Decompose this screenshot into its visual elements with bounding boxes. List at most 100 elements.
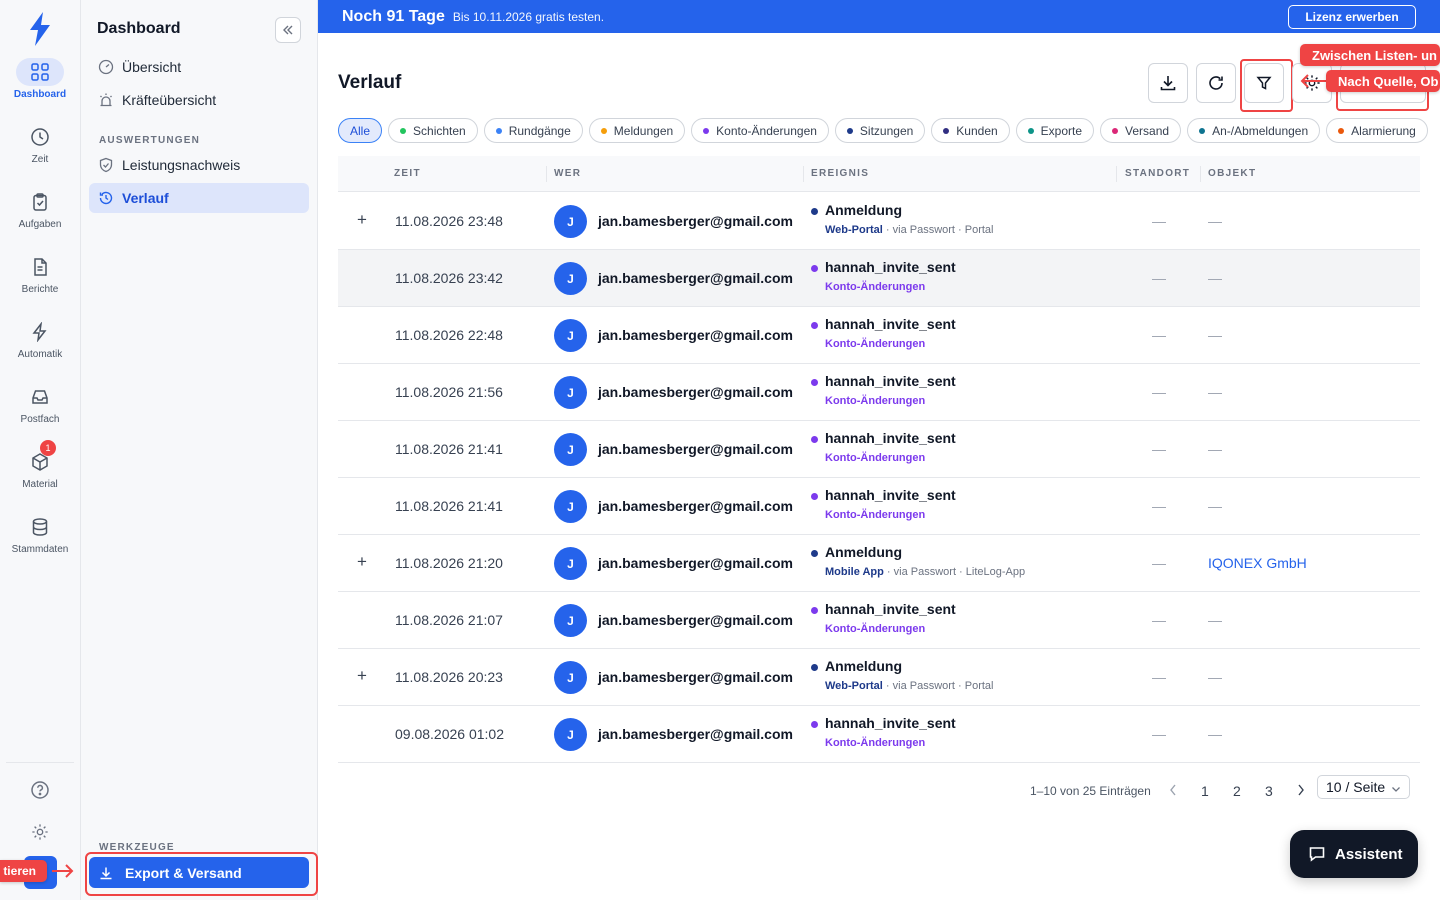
column-zeit: ZEIT	[394, 168, 421, 179]
page-1[interactable]: 1	[1201, 783, 1209, 799]
settings-gear-icon[interactable]	[28, 820, 52, 844]
event-detail: Konto-Änderungen	[825, 737, 925, 749]
event-dot-icon	[811, 550, 818, 557]
rail-item-zeit[interactable]: Zeit	[0, 123, 80, 183]
user-email: jan.bamesberger@gmail.com	[598, 555, 793, 571]
table-row[interactable]: 11.08.2026 21:07 Jjan.bamesberger@gmail.c…	[338, 592, 1420, 649]
objekt-link[interactable]: IQONEX GmbH	[1208, 555, 1307, 571]
page-3[interactable]: 3	[1265, 783, 1273, 799]
standort-value: —	[1152, 270, 1166, 286]
category-dot-icon	[703, 127, 710, 134]
event-detail: Konto-Änderungen	[825, 338, 925, 350]
chip-label: Alle	[350, 123, 371, 138]
filter-chip[interactable]: Sitzungen	[834, 118, 926, 143]
refresh-icon	[1209, 76, 1223, 90]
assistant-label: Assistent	[1335, 845, 1403, 863]
sidebar-item-leistungsnachweis[interactable]: Leistungsnachweis	[89, 150, 309, 180]
rail-item-material[interactable]: 1 Material	[0, 440, 80, 508]
sidebar-item-label: Übersicht	[122, 59, 182, 75]
event-meta: · via Passwort · Portal	[882, 224, 994, 236]
rail-item-label: Zeit	[31, 154, 49, 165]
page-title: Verlauf	[338, 72, 402, 93]
table-row[interactable]: +11.08.2026 20:23 Jjan.bamesberger@gmail.…	[338, 649, 1420, 706]
chevron-down-icon	[1391, 781, 1401, 797]
event-time: 11.08.2026 21:41	[395, 498, 503, 514]
rail-item-stammdaten[interactable]: Stammdaten	[0, 513, 80, 573]
filter-chip[interactable]: Alarmierung	[1326, 118, 1428, 143]
expand-row-icon[interactable]: +	[355, 552, 369, 572]
filter-chip[interactable]: Meldungen	[588, 118, 686, 143]
table-row[interactable]: +11.08.2026 23:48 Jjan.bamesberger@gmail.…	[338, 193, 1420, 250]
category-dot-icon	[495, 127, 502, 134]
table-row[interactable]: 11.08.2026 21:41 Jjan.bamesberger@gmail.c…	[338, 478, 1420, 535]
export-versand-button[interactable]: Export & Versand	[89, 857, 309, 888]
filter-chip[interactable]: Konto-Änderungen	[691, 118, 829, 143]
expand-row-icon[interactable]: +	[355, 210, 369, 230]
standort-value: —	[1152, 612, 1166, 628]
help-icon[interactable]	[28, 778, 52, 802]
event-time: 11.08.2026 21:07	[395, 612, 503, 628]
event-dot-icon	[811, 436, 818, 443]
table-row[interactable]: 11.08.2026 22:48 Jjan.bamesberger@gmail.c…	[338, 307, 1420, 364]
user-email: jan.bamesberger@gmail.com	[598, 270, 793, 286]
rail-item-label: Automatik	[17, 349, 63, 360]
table-row[interactable]: 11.08.2026 23:42 Jjan.bamesberger@gmail.c…	[338, 250, 1420, 307]
category-dot-icon	[600, 127, 607, 134]
rail-item-dashboard[interactable]: Dashboard	[0, 58, 80, 118]
sidebar-item-kraefteuebersicht[interactable]: Kräfteübersicht	[89, 85, 309, 115]
trial-banner: Noch 91 Tage Bis 10.11.2026 gratis teste…	[318, 0, 1440, 33]
sidebar-item-label: Leistungsnachweis	[122, 157, 241, 173]
table-row[interactable]: 11.08.2026 21:41 Jjan.bamesberger@gmail.c…	[338, 421, 1420, 478]
collapse-sidebar-icon[interactable]	[275, 17, 301, 43]
page-size-value: 10 / Seite	[1326, 779, 1386, 795]
document-icon	[16, 253, 64, 281]
rail-item-postfach[interactable]: Postfach	[0, 383, 80, 443]
filter-chip[interactable]: Schichten	[388, 118, 478, 143]
rail-item-aufgaben[interactable]: Aufgaben	[0, 188, 80, 248]
section-auswertungen: AUSWERTUNGEN	[99, 135, 201, 146]
page-size-select[interactable]: 10 / Seite	[1317, 775, 1410, 799]
user-email: jan.bamesberger@gmail.com	[598, 612, 793, 628]
avatar: J	[554, 718, 587, 751]
filter-chip[interactable]: Versand	[1100, 118, 1182, 143]
refresh-button[interactable]	[1196, 63, 1236, 103]
prev-page-icon[interactable]	[1168, 783, 1178, 800]
next-page-icon[interactable]	[1296, 783, 1306, 800]
pagination-info: 1–10 von 25 Einträgen	[1030, 784, 1151, 798]
filter-chip[interactable]: Alle	[338, 118, 383, 143]
trial-days-left: Noch 91 Tage	[342, 7, 445, 25]
filter-chip[interactable]: An-/Abmeldungen	[1187, 118, 1321, 143]
sidebar-item-verlauf[interactable]: Verlauf	[89, 183, 309, 213]
event-source: Konto-Änderungen	[825, 737, 926, 749]
event-time: 11.08.2026 20:23	[395, 669, 503, 685]
column-standort: STANDORT	[1125, 168, 1191, 179]
event-source: Konto-Änderungen	[825, 338, 926, 350]
event-dot-icon	[811, 265, 818, 272]
table-row[interactable]: 11.08.2026 21:56 Jjan.bamesberger@gmail.c…	[338, 364, 1420, 421]
assistant-button[interactable]: Assistent	[1290, 830, 1418, 878]
standort-value: —	[1152, 441, 1166, 457]
event-source: Konto-Änderungen	[825, 395, 926, 407]
table-row[interactable]: 09.08.2026 01:02 Jjan.bamesberger@gmail.c…	[338, 706, 1420, 763]
filter-chip[interactable]: Exporte	[1015, 118, 1095, 143]
expand-row-icon[interactable]: +	[355, 666, 369, 686]
rail-item-label: Aufgaben	[18, 219, 62, 230]
table-row[interactable]: +11.08.2026 21:20 Jjan.bamesberger@gmail.…	[338, 535, 1420, 592]
buy-license-button[interactable]: Lizenz erwerben	[1288, 5, 1416, 29]
event-source: Web-Portal	[825, 224, 883, 236]
event-name: hannah_invite_sent	[825, 259, 956, 275]
sidebar-item-label: Verlauf	[122, 190, 169, 206]
rail-item-automatik[interactable]: Automatik	[0, 318, 80, 378]
column-objekt: OBJEKT	[1208, 168, 1257, 179]
sidebar-title: Dashboard	[97, 20, 181, 37]
sidebar-item-uebersicht[interactable]: Übersicht	[89, 52, 309, 82]
filter-chip[interactable]: Rundgänge	[483, 118, 583, 143]
chip-label: Exporte	[1040, 123, 1083, 138]
rail-item-berichte[interactable]: Berichte	[0, 253, 80, 313]
icon-rail: Dashboard Zeit Aufgaben Berichte Automatik Po…	[0, 0, 81, 900]
column-ereignis: EREIGNIS	[811, 168, 870, 179]
download-button[interactable]	[1148, 63, 1188, 103]
filter-chip[interactable]: Kunden	[931, 118, 1010, 143]
page-2[interactable]: 2	[1233, 783, 1241, 799]
package-icon: 1	[16, 440, 64, 476]
